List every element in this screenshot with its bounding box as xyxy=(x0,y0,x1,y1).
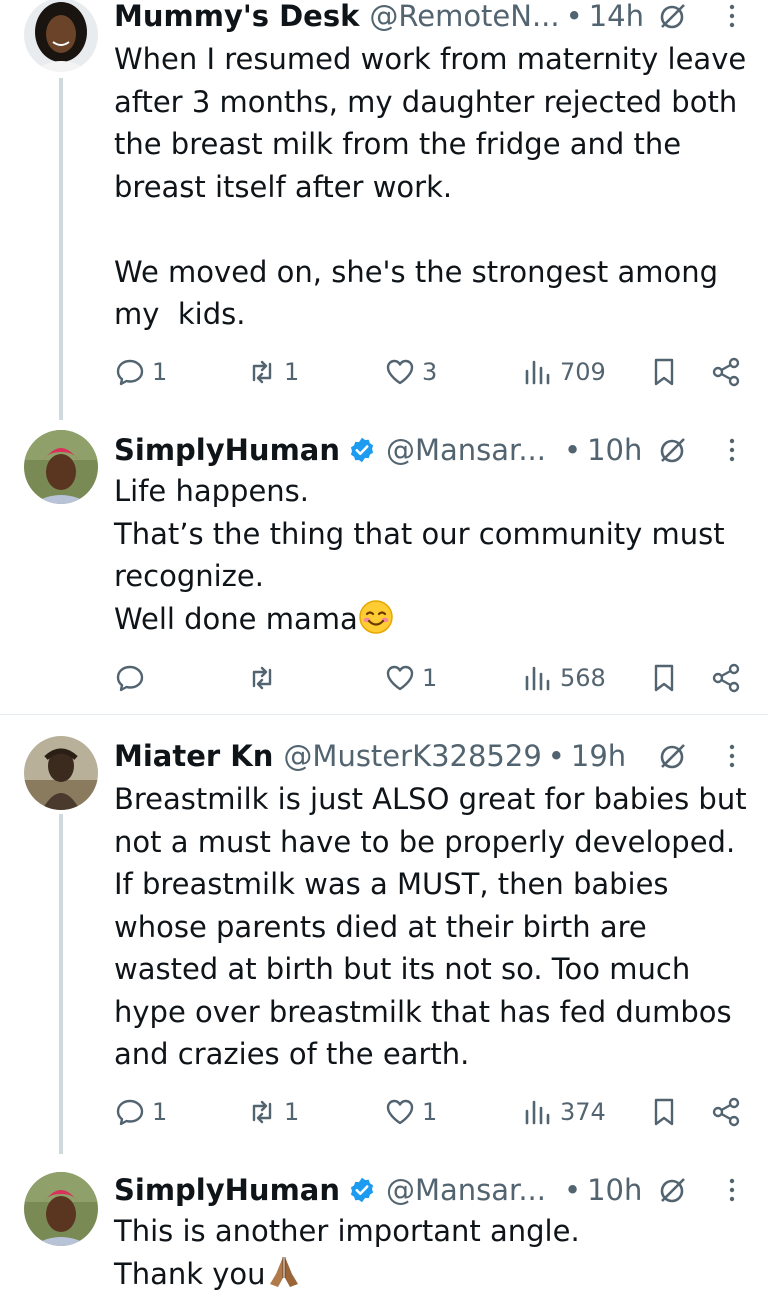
reply-count: 1 xyxy=(152,1098,168,1126)
reply-icon xyxy=(116,1099,144,1126)
tweet[interactable]: SimplyHuman @Mansar... • 10h Life happen… xyxy=(0,430,768,714)
reply-button[interactable]: 1 xyxy=(114,352,167,392)
separator-dot: • xyxy=(563,433,582,467)
smiling-face-emoji-icon xyxy=(359,599,393,634)
more-options-icon[interactable] xyxy=(726,740,738,772)
user-handle[interactable]: @MusterK328529 xyxy=(283,736,541,776)
views-button[interactable]: 374 xyxy=(522,1092,606,1132)
views-icon xyxy=(525,666,550,691)
more-options-icon[interactable] xyxy=(726,0,738,32)
share-icon xyxy=(712,663,740,693)
tweet[interactable]: Miater Kn @MusterK328529 • 19h Breastmil… xyxy=(0,736,768,1154)
view-count: 374 xyxy=(560,1098,606,1126)
share-button[interactable] xyxy=(710,1092,742,1132)
like-count: 1 xyxy=(422,1098,438,1126)
separator-dot: • xyxy=(565,0,583,33)
separator-dot: • xyxy=(563,1173,582,1207)
display-name[interactable]: SimplyHuman xyxy=(114,1170,340,1210)
bookmark-icon xyxy=(654,1098,674,1126)
folded-hands-emoji-icon xyxy=(269,1256,298,1287)
tweet-divider xyxy=(0,714,768,715)
display-name[interactable]: Miater Kn xyxy=(114,736,273,776)
grok-icon[interactable] xyxy=(656,1174,688,1206)
like-count: 1 xyxy=(422,664,438,692)
grok-icon[interactable] xyxy=(656,740,688,772)
like-button[interactable]: 1 xyxy=(384,1092,437,1132)
bookmark-button[interactable] xyxy=(648,1092,680,1132)
verified-badge-icon xyxy=(350,437,374,463)
retweet-count: 1 xyxy=(284,1098,300,1126)
like-button[interactable]: 3 xyxy=(384,352,437,392)
share-button[interactable] xyxy=(710,658,742,698)
tweet-text-content: Life happens. That’s the thing that our … xyxy=(114,474,725,636)
avatar[interactable] xyxy=(24,1172,98,1246)
timestamp[interactable]: 10h xyxy=(587,430,642,470)
tweet-text: Breastmilk is just ALSO great for babies… xyxy=(114,782,747,1071)
heart-icon xyxy=(386,1099,414,1125)
views-icon xyxy=(525,1100,550,1125)
heart-icon xyxy=(386,665,414,691)
retweet-button[interactable]: 1 xyxy=(246,352,299,392)
user-handle[interactable]: @Mansar... xyxy=(386,1170,546,1210)
verified-badge-icon xyxy=(350,1177,374,1203)
avatar[interactable] xyxy=(24,736,98,810)
retweet-count: 1 xyxy=(284,358,300,386)
timestamp[interactable]: 19h xyxy=(571,736,626,776)
user-handle[interactable]: @Mansar... xyxy=(386,430,546,470)
grok-icon[interactable] xyxy=(656,434,688,466)
bookmark-button[interactable] xyxy=(648,352,680,392)
reply-count: 1 xyxy=(152,358,168,386)
thread-line xyxy=(59,78,63,420)
reply-icon xyxy=(116,665,144,692)
timestamp[interactable]: 14h xyxy=(589,0,644,36)
tweet[interactable]: SimplyHuman @Mansar... • 10h This is ano… xyxy=(0,1170,768,1291)
reply-button[interactable]: 1 xyxy=(114,1092,167,1132)
views-button[interactable]: 568 xyxy=(522,658,606,698)
tweet-text: Life happens. That’s the thing that our … xyxy=(114,470,748,640)
views-button[interactable]: 709 xyxy=(522,352,606,392)
tweet-actions: 1 568 xyxy=(114,658,744,698)
grok-icon[interactable] xyxy=(656,0,688,32)
tweet-text-content: This is another important angle. Thank y… xyxy=(114,1214,580,1291)
bookmark-button[interactable] xyxy=(648,658,680,698)
bookmark-icon xyxy=(654,664,674,692)
display-name[interactable]: SimplyHuman xyxy=(114,430,340,470)
more-options-icon[interactable] xyxy=(726,1174,738,1206)
share-icon xyxy=(712,1097,740,1127)
reply-button[interactable] xyxy=(114,658,152,698)
bookmark-icon xyxy=(654,358,674,386)
heart-icon xyxy=(386,359,414,385)
tweet-actions: 1 1 1 374 xyxy=(114,1092,744,1132)
retweet-button[interactable] xyxy=(246,658,284,698)
tweet-actions: 1 1 3 709 xyxy=(114,352,744,392)
more-options-icon[interactable] xyxy=(726,434,738,466)
thread-line xyxy=(59,814,63,1154)
retweet-icon xyxy=(252,666,272,690)
reply-icon xyxy=(116,359,144,386)
tweet-text: When I resumed work from maternity leave… xyxy=(114,42,747,331)
share-icon xyxy=(712,357,740,387)
view-count: 709 xyxy=(560,358,606,386)
separator-dot: • xyxy=(547,739,565,773)
like-button[interactable]: 1 xyxy=(384,658,437,698)
retweet-icon xyxy=(252,1100,272,1124)
display-name[interactable]: Mummy's Desk xyxy=(114,0,359,36)
views-icon xyxy=(525,360,550,385)
tweet[interactable]: Mummy's Desk @RemoteN... • 14h When I re… xyxy=(0,0,768,420)
view-count: 568 xyxy=(560,664,606,692)
like-count: 3 xyxy=(422,358,438,386)
retweet-button[interactable]: 1 xyxy=(246,1092,299,1132)
retweet-icon xyxy=(252,360,272,384)
avatar[interactable] xyxy=(24,430,98,504)
share-button[interactable] xyxy=(710,352,742,392)
user-handle[interactable]: @RemoteN... xyxy=(369,0,559,36)
tweet-text: This is another important angle. Thank y… xyxy=(114,1210,748,1295)
avatar[interactable] xyxy=(24,0,98,72)
timestamp[interactable]: 10h xyxy=(587,1170,642,1210)
